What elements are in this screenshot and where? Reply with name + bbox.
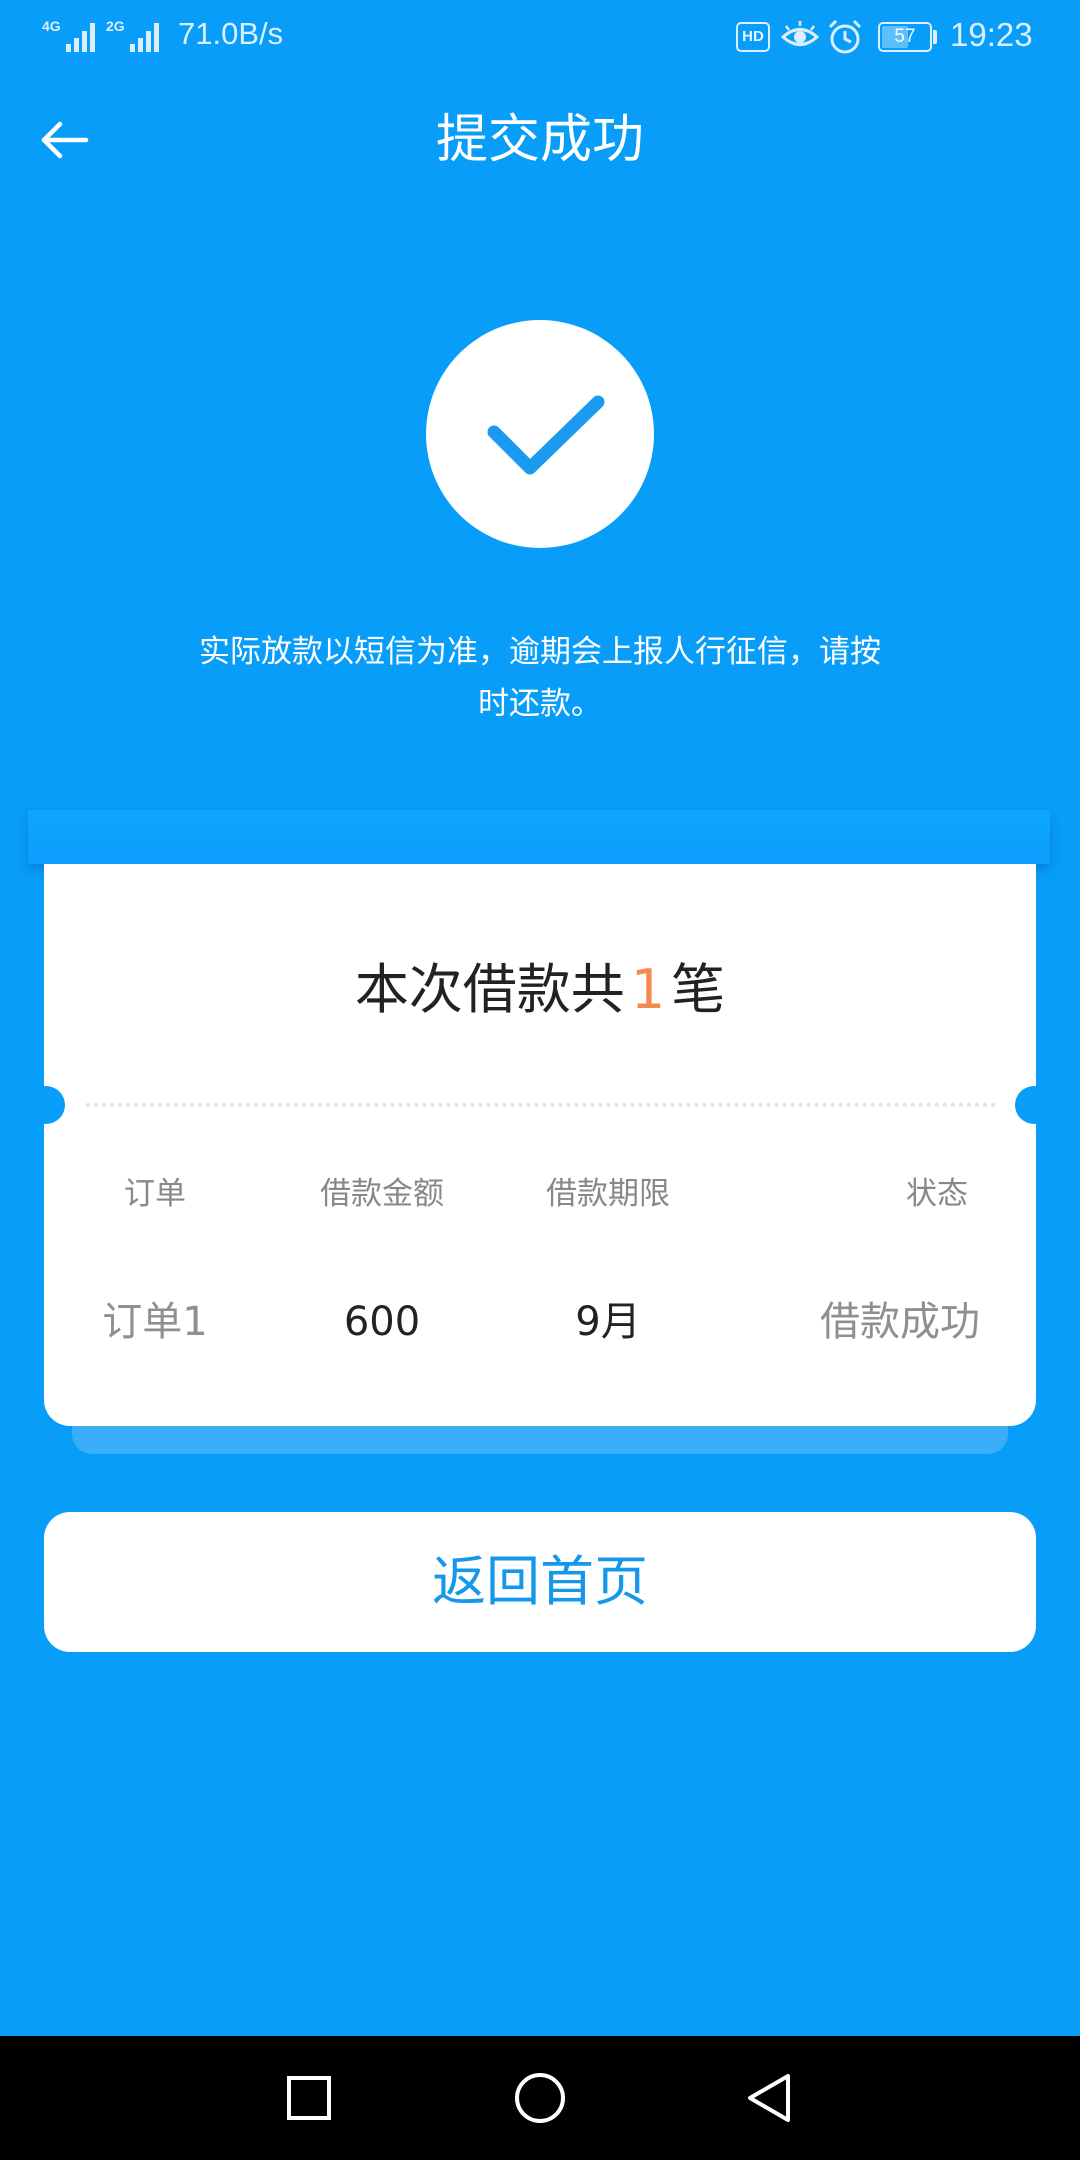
notice-line-2: 时还款。 xyxy=(478,686,602,722)
order-name: 订单1 xyxy=(102,1299,208,1345)
loan-term: 9月 xyxy=(575,1299,641,1345)
column-header-status: 状态 xyxy=(906,1176,968,1212)
signal-bars-icon xyxy=(66,23,95,52)
loan-status: 借款成功 xyxy=(820,1299,980,1345)
eye-icon xyxy=(780,21,820,46)
notice-text: 实际放款以短信为准，逾期会上报人行征信，请按 时还款。 xyxy=(160,626,920,730)
back-nav-button[interactable] xyxy=(740,2068,800,2128)
hd-badge: HD xyxy=(736,22,770,52)
home-nav-button[interactable] xyxy=(510,2068,570,2128)
signal-bars-icon xyxy=(130,23,159,52)
page-title: 提交成功 xyxy=(435,110,644,170)
network-speed: 71.0B/s xyxy=(178,16,284,51)
loan-amount: 600 xyxy=(343,1299,421,1345)
loan-count-prefix: 本次借款共 xyxy=(354,958,625,1021)
status-bar: 4G 2G 71.0B/s HD 57 19:23 xyxy=(0,0,1080,72)
column-header-order: 订单 xyxy=(124,1176,186,1212)
triangle-back-icon xyxy=(748,2074,790,2122)
square-icon xyxy=(287,2076,331,2120)
card-notch-left xyxy=(27,1086,65,1124)
notice-line-1: 实际放款以短信为准，逾期会上报人行征信，请按 xyxy=(199,634,881,670)
battery-cap xyxy=(933,30,937,44)
success-badge xyxy=(426,320,654,548)
checkmark-icon xyxy=(487,395,605,475)
alarm-icon xyxy=(828,19,862,54)
recent-apps-button[interactable] xyxy=(279,2068,339,2128)
circle-icon xyxy=(515,2073,565,2123)
battery-icon: 57 xyxy=(878,22,932,52)
dotted-divider xyxy=(86,1103,996,1107)
clock: 19:23 xyxy=(950,16,1033,53)
column-header-amount: 借款金额 xyxy=(320,1176,444,1212)
loan-count-suffix: 笔 xyxy=(671,958,726,1021)
battery-level: 57 xyxy=(894,26,916,47)
system-nav-bar xyxy=(0,2036,1080,2160)
loan-count-value: 1 xyxy=(630,958,666,1021)
column-header-term: 借款期限 xyxy=(546,1176,670,1212)
loan-count-headline: 本次借款共 1 笔 xyxy=(0,954,1080,1026)
card-notch-right xyxy=(1015,1086,1053,1124)
return-home-button[interactable]: 返回首页 xyxy=(44,1512,1036,1652)
receipt-slot xyxy=(28,810,1050,864)
